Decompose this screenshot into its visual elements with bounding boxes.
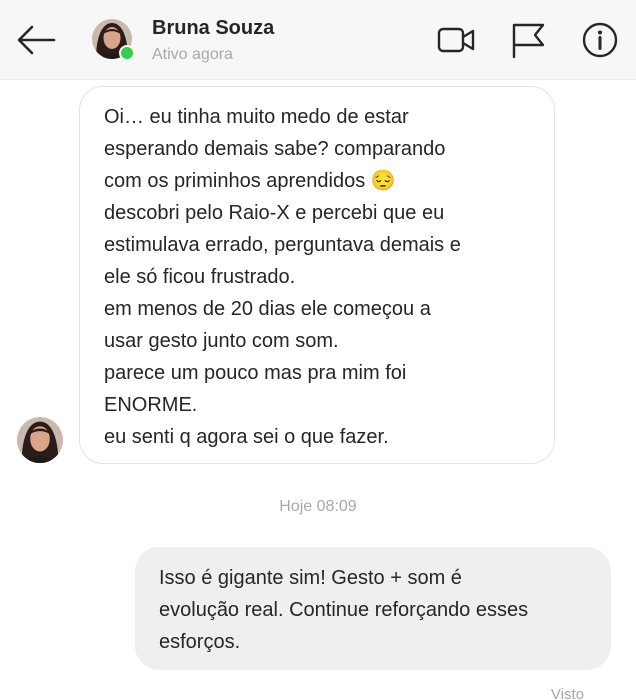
message-line: ENORME. xyxy=(104,394,198,416)
flag-icon[interactable] xyxy=(508,20,548,60)
message-line: ele só ficou frustrado. xyxy=(104,266,296,288)
message-line: eu senti q agora sei o que fazer. xyxy=(104,426,389,448)
incoming-message-bubble[interactable]: Oi… eu tinha muito medo de estar esperan… xyxy=(79,86,555,464)
sender-avatar[interactable] xyxy=(17,417,63,463)
message-timestamp: Hoje 08:09 xyxy=(279,498,357,515)
message-line: esperando demais sabe? comparando xyxy=(104,138,446,160)
back-arrow-icon[interactable] xyxy=(14,20,58,60)
contact-avatar[interactable] xyxy=(92,19,135,61)
seen-status: Visto xyxy=(550,686,584,700)
message-line: parece um pouco mas pra mim foi xyxy=(104,362,407,384)
message-line: em menos de 20 dias ele começou a xyxy=(104,298,431,320)
message-line: esforços. xyxy=(159,631,241,653)
message-line: usar gesto junto com som. xyxy=(104,330,339,352)
info-icon[interactable] xyxy=(580,20,620,60)
message-line: Oi… eu tinha muito medo de estar xyxy=(104,106,409,128)
contact-name[interactable]: Bruna Souza xyxy=(152,17,274,40)
avatar-photo xyxy=(17,417,63,463)
message-line: com os priminhos aprendidos 😔 xyxy=(104,170,396,192)
message-line: Isso é gigante sim! Gesto + som é xyxy=(159,567,462,589)
message-line: estimulava errado, perguntava demais e xyxy=(104,234,461,256)
contact-status: Ativo agora xyxy=(152,46,233,63)
chat-header: Bruna Souza Ativo agora xyxy=(0,0,636,80)
video-camera-icon[interactable] xyxy=(436,20,476,60)
outgoing-message-bubble[interactable]: Isso é gigante sim! Gesto + som é evoluç… xyxy=(135,547,611,670)
message-line: descobri pelo Raio-X e percebi que eu xyxy=(104,202,445,224)
message-line: evolução real. Continue reforçando esses xyxy=(159,599,529,621)
online-indicator xyxy=(119,45,135,61)
